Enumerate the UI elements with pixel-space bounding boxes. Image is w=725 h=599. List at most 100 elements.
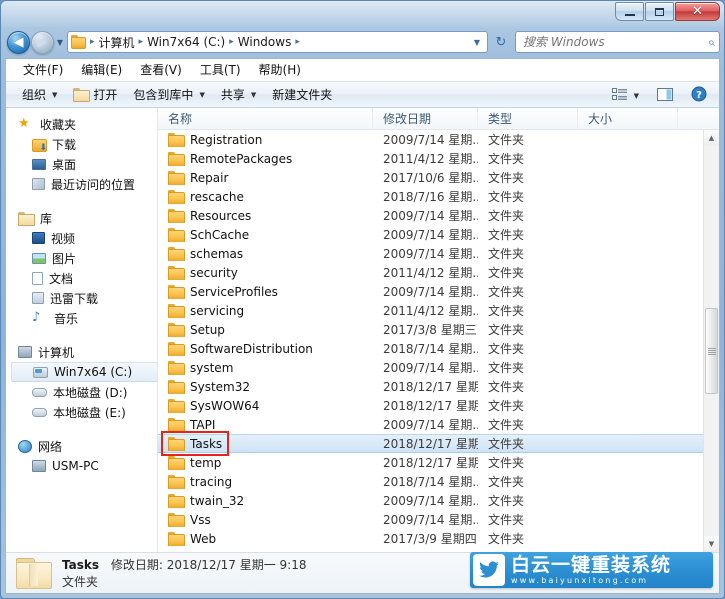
table-row[interactable]: TAPI 2009/7/14 星期... 文件夹	[158, 415, 703, 434]
file-name-label: SysWOW64	[190, 398, 260, 413]
scrollbar-thumb[interactable]	[705, 308, 718, 394]
table-row[interactable]: schemas 2009/7/14 星期... 文件夹	[158, 244, 703, 263]
table-row[interactable]: Web 2017/3/9 星期四 ... 文件夹	[158, 529, 703, 548]
table-row[interactable]: RemotePackages 2011/4/12 星期... 文件夹	[158, 149, 703, 168]
column-header-date[interactable]: 修改日期	[373, 108, 478, 130]
scroll-down-button[interactable]: ▼	[704, 536, 719, 552]
menu-item-view[interactable]: 查看(V)	[131, 59, 191, 80]
table-row[interactable]: Repair 2017/10/6 星期... 文件夹	[158, 168, 703, 187]
documents-library-icon	[32, 271, 43, 285]
table-row[interactable]: SysWOW64 2018/12/17 星期... 文件夹	[158, 396, 703, 415]
hard-disk-icon	[32, 387, 47, 397]
command-toolbar: 组织 ▼ 打开 包含到库中 ▼ 共享 ▼ 新建文件夹 ▼ ?	[6, 81, 719, 108]
menu-item-tools[interactable]: 工具(T)	[191, 59, 250, 80]
organize-button[interactable]: 组织 ▼	[14, 83, 65, 106]
include-in-library-button[interactable]: 包含到库中 ▼	[125, 83, 212, 106]
breadcrumb-item-computer[interactable]: 计算机	[96, 34, 138, 51]
column-header-name[interactable]: 名称	[158, 108, 373, 130]
table-row[interactable]: rescache 2018/7/16 星期... 文件夹	[158, 187, 703, 206]
details-line-1: Tasks 修改日期: 2018/12/17 星期一 9:18	[62, 557, 306, 573]
table-row[interactable]: temp 2018/12/17 星期... 文件夹	[158, 453, 703, 472]
table-row[interactable]: Registration 2009/7/14 星期... 文件夹	[158, 130, 703, 149]
sidebar-label-thunder-download: 迅雷下载	[50, 291, 99, 306]
table-row[interactable]: SoftwareDistribution 2018/7/14 星期... 文件夹	[158, 339, 703, 358]
cell-name: TAPI	[158, 418, 373, 432]
nav-spacer-1	[6, 196, 157, 208]
maximize-button[interactable]	[645, 2, 674, 21]
table-row[interactable]: security 2011/4/12 星期... 文件夹	[158, 263, 703, 282]
cell-type: 文件夹	[488, 285, 525, 299]
table-row[interactable]: system 2009/7/14 星期... 文件夹	[158, 358, 703, 377]
open-button[interactable]: 打开	[65, 83, 125, 106]
table-row[interactable]: System32 2018/12/17 星期... 文件夹	[158, 377, 703, 396]
cell-date: 2018/12/17 星期...	[383, 380, 478, 394]
sidebar-item-network[interactable]: 网络	[6, 436, 157, 456]
address-dropdown-icon[interactable]: ▼	[469, 38, 485, 47]
sidebar-item-usm-pc[interactable]: USM-PC	[6, 456, 157, 476]
sidebar-item-videos[interactable]: 视频	[6, 228, 157, 248]
sidebar-item-recent-places[interactable]: 最近访问的位置	[6, 174, 157, 194]
file-name-label: servicing	[190, 303, 245, 318]
sidebar-item-music[interactable]: ♪ 音乐	[6, 308, 157, 328]
menu-item-file[interactable]: 文件(F)	[14, 59, 72, 80]
table-row[interactable]: ServiceProfiles 2009/7/14 星期... 文件夹	[158, 282, 703, 301]
sidebar-item-drive-c[interactable]: Win7x64 (C:)	[11, 362, 157, 382]
table-row[interactable]: Vss 2009/7/14 星期... 文件夹	[158, 510, 703, 529]
table-row[interactable]: Resources 2009/7/14 星期... 文件夹	[158, 206, 703, 225]
column-header-type[interactable]: 类型	[478, 108, 578, 130]
refresh-button[interactable]: ↻	[490, 31, 512, 53]
change-view-button[interactable]: ▼	[604, 85, 647, 107]
sidebar-label-usm-pc: USM-PC	[52, 459, 99, 473]
table-row[interactable]: SchCache 2009/7/14 星期... 文件夹	[158, 225, 703, 244]
title-bar[interactable]: ✕	[1, 1, 724, 27]
file-name-label: Repair	[190, 170, 229, 185]
table-row[interactable]: tracing 2018/7/14 星期... 文件夹	[158, 472, 703, 491]
help-button[interactable]: ?	[683, 83, 715, 108]
new-folder-button[interactable]: 新建文件夹	[264, 83, 340, 106]
table-row[interactable]: twain_32 2009/7/14 星期... 文件夹	[158, 491, 703, 510]
file-list-header: 名称 修改日期 类型 大小	[158, 108, 719, 130]
cell-date: 2009/7/14 星期...	[383, 418, 478, 432]
explorer-window: ✕ ◀ ▶ ▼ ▸ 计算机 ▸ Win7x64 (C:) ▸ Windows ▸…	[0, 0, 725, 599]
sidebar-item-desktop[interactable]: 桌面	[6, 154, 157, 174]
menu-item-help[interactable]: 帮助(H)	[250, 59, 310, 80]
cell-type: 文件夹	[488, 513, 525, 527]
breadcrumb-item-windows[interactable]: Windows	[235, 35, 295, 49]
folder-icon	[168, 456, 185, 470]
sidebar-item-computer[interactable]: 计算机	[6, 342, 157, 362]
details-modified-value: 2018/12/17 星期一 9:18	[166, 557, 307, 572]
folder-icon	[168, 190, 185, 204]
cell-type: 文件夹	[488, 475, 525, 489]
column-header-size[interactable]: 大小	[578, 108, 678, 130]
sidebar-item-favorites[interactable]: ★ 收藏夹	[6, 114, 157, 134]
scroll-up-button[interactable]: ▲	[704, 130, 719, 146]
forward-button[interactable]: ▶	[31, 30, 54, 54]
sidebar-item-drive-e[interactable]: 本地磁盘 (E:)	[6, 402, 157, 422]
sidebar-item-documents[interactable]: 文档	[6, 268, 157, 288]
search-input[interactable]	[523, 35, 709, 49]
minimize-button[interactable]	[615, 2, 644, 21]
cell-name: security	[158, 266, 373, 280]
recent-pages-button[interactable]: ▼	[54, 38, 66, 47]
sidebar-item-thunder-download[interactable]: 迅雷下载	[6, 288, 157, 308]
breadcrumb-item-drive[interactable]: Win7x64 (C:)	[144, 35, 228, 49]
table-row[interactable]: Setup 2017/3/8 星期三 ... 文件夹	[158, 320, 703, 339]
close-button[interactable]: ✕	[675, 2, 720, 21]
show-preview-pane-button[interactable]	[649, 85, 681, 107]
file-name-label: Tasks	[190, 436, 223, 451]
folder-icon	[168, 437, 185, 451]
back-button[interactable]: ◀	[7, 30, 30, 54]
sidebar-item-pictures[interactable]: 图片	[6, 248, 157, 268]
search-box[interactable]: ⌕	[515, 31, 720, 53]
sidebar-item-downloads[interactable]: 下载	[6, 134, 157, 154]
share-button[interactable]: 共享 ▼	[213, 83, 264, 106]
file-list-scrollbar[interactable]: ▲ ▼	[703, 130, 719, 552]
breadcrumb-separator-3[interactable]: ▸	[294, 37, 301, 47]
sidebar-item-drive-d[interactable]: 本地磁盘 (D:)	[6, 382, 157, 402]
table-row[interactable]: servicing 2011/4/12 星期... 文件夹	[158, 301, 703, 320]
cell-name: Vss	[158, 513, 373, 527]
table-row[interactable]: Tasks 2018/12/17 星期... 文件夹	[158, 434, 703, 453]
menu-item-edit[interactable]: 编辑(E)	[72, 59, 131, 80]
sidebar-item-libraries[interactable]: 库	[6, 208, 157, 228]
address-bar[interactable]: ▸ 计算机 ▸ Win7x64 (C:) ▸ Windows ▸ ▼	[67, 31, 488, 53]
